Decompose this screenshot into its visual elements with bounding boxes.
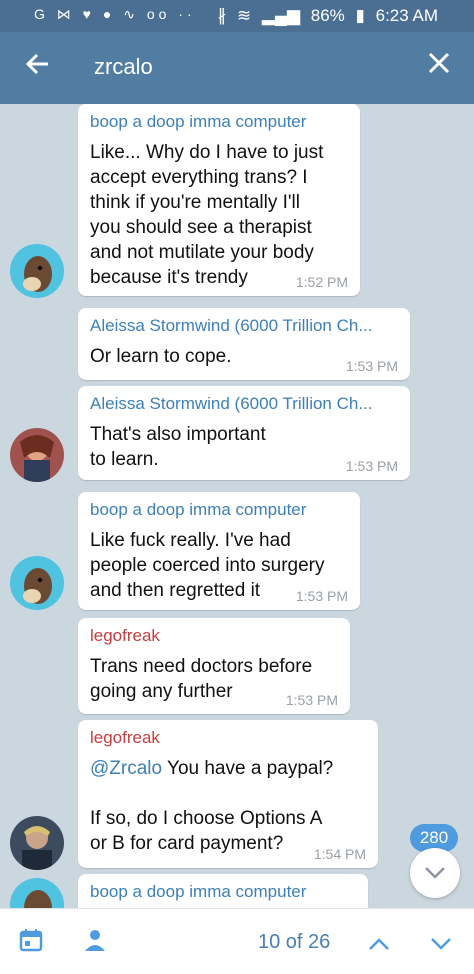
status-right: ∦ ≋ ▂▄▆ 86% ▮ 6:23 AM	[212, 6, 438, 26]
notification-icons: G ⋈ ♥ ● ∿ oo ··	[34, 6, 196, 22]
message-sender[interactable]: boop a doop imma computer	[90, 112, 306, 132]
mention-link[interactable]: @Zrcalo	[90, 758, 162, 779]
message-time: 1:53 PM	[285, 692, 338, 708]
avatar[interactable]	[10, 428, 64, 482]
message-bubble[interactable]: boop a doop imma computer Like... Why do…	[78, 104, 360, 296]
message-sender[interactable]: legofreak	[90, 728, 160, 748]
message-text: Or learn to cope.	[90, 346, 232, 367]
message-bubble[interactable]: boop a doop imma computer	[78, 874, 368, 908]
avatar[interactable]	[10, 556, 64, 610]
message-bubble[interactable]: legofreak @Zrcalo You have a paypal? If …	[78, 720, 378, 868]
message-bubble[interactable]: legofreak Trans need doctors before goin…	[78, 618, 350, 714]
message-text: That's also important to learn.	[90, 424, 266, 470]
message-time: 1:54 PM	[313, 846, 366, 862]
wifi-icon: ≋	[236, 6, 252, 25]
chat-area: boop a doop imma computer Like... Why do…	[0, 104, 474, 908]
avatar[interactable]	[10, 878, 64, 908]
message-sender[interactable]: boop a doop imma computer	[90, 500, 306, 520]
calendar-icon[interactable]	[18, 927, 44, 959]
search-bottom-bar: 10 of 26	[0, 908, 474, 974]
message-sender[interactable]: boop a doop imma computer	[90, 882, 306, 902]
back-arrow-icon[interactable]	[24, 50, 54, 86]
message-time: 1:53 PM	[295, 588, 348, 604]
message-bubble[interactable]: Aleissa Stormwind (6000 Trillion Ch... O…	[78, 308, 410, 380]
battery-icon: ▮	[355, 6, 365, 25]
message-bubble[interactable]: boop a doop imma computer Like fuck real…	[78, 492, 360, 610]
message-sender[interactable]: Aleissa Stormwind (6000 Trillion Ch...	[90, 394, 373, 414]
search-result-counter: 10 of 26	[258, 931, 331, 953]
message-time: 1:53 PM	[345, 458, 398, 474]
close-icon[interactable]	[424, 50, 454, 86]
message-text: Like fuck really. I've had people coerce…	[90, 530, 325, 601]
message-sender[interactable]: Aleissa Stormwind (6000 Trillion Ch...	[90, 316, 373, 336]
battery-percent: 86%	[310, 6, 345, 25]
avatar[interactable]	[10, 244, 64, 298]
avatar[interactable]	[10, 816, 64, 870]
bluetooth-icon: ∦	[217, 6, 227, 25]
message-text: @Zrcalo You have a paypal? If so, do I c…	[90, 758, 334, 854]
chevron-up-icon[interactable]	[368, 931, 390, 957]
status-bar: G ⋈ ♥ ● ∿ oo ·· ∦ ≋ ▂▄▆ 86% ▮ 6:23 AM	[0, 0, 474, 32]
message-text: Trans need doctors before going any furt…	[90, 656, 313, 702]
person-icon[interactable]	[82, 927, 108, 959]
search-query-title[interactable]: zrcalo	[94, 54, 153, 80]
clock: 6:23 AM	[375, 6, 438, 25]
message-text: Like... Why do I have to just accept eve…	[90, 142, 324, 288]
message-time: 1:53 PM	[345, 358, 398, 374]
chevron-down-icon[interactable]	[430, 931, 452, 957]
scroll-down-button[interactable]	[410, 848, 460, 898]
message-time: 1:52 PM	[295, 274, 348, 290]
signal-icon: ▂▄▆	[261, 6, 301, 25]
message-bubble[interactable]: Aleissa Stormwind (6000 Trillion Ch... T…	[78, 386, 410, 480]
app-header: zrcalo	[0, 32, 474, 104]
message-sender[interactable]: legofreak	[90, 626, 160, 646]
